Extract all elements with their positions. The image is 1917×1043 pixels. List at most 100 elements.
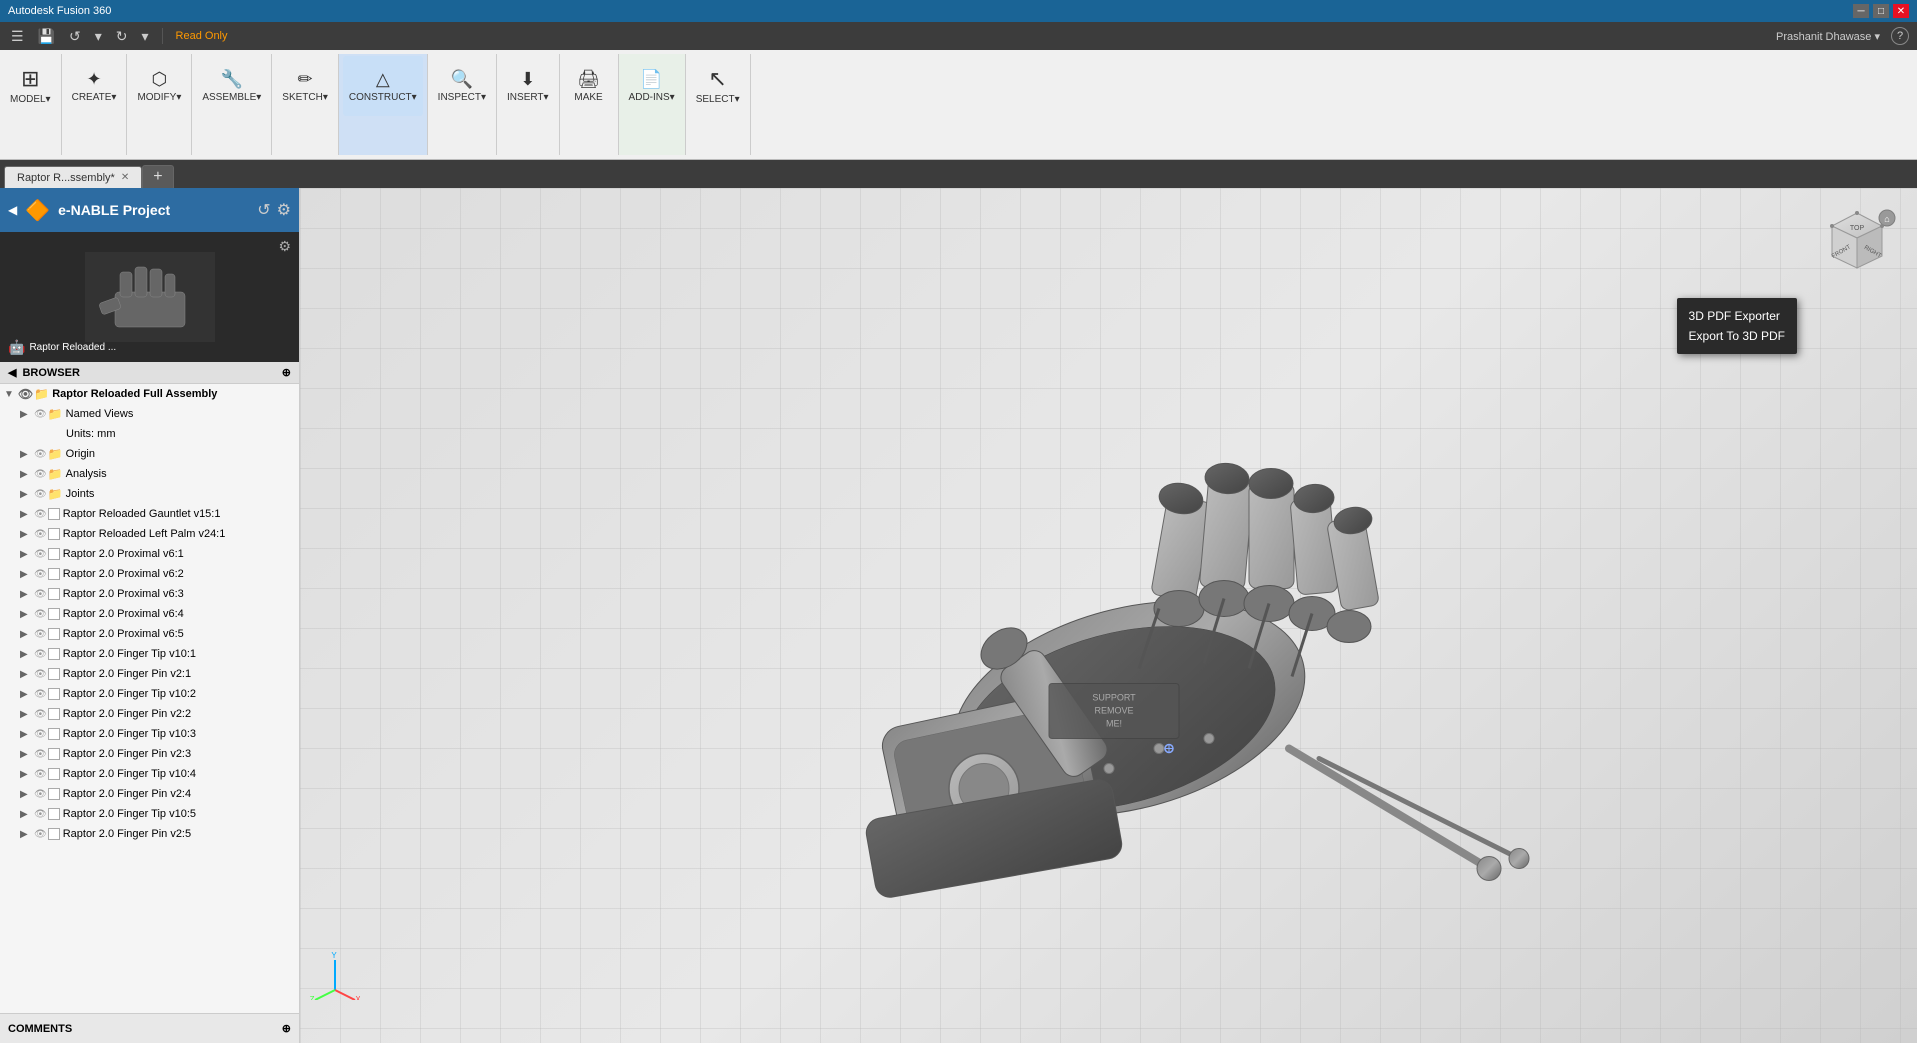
thumbnail-settings-icon[interactable]: ⚙ [278, 238, 291, 255]
browser-collapse-icon[interactable]: ◀ [8, 366, 16, 379]
tree-item-origin[interactable]: ▶ 👁 📁 Origin [0, 444, 299, 464]
project-settings-icon[interactable]: ⚙ [277, 200, 291, 220]
tree-toggle-leftpalm[interactable]: ▶ [20, 529, 34, 540]
tree-toggle-analysis[interactable]: ▶ [20, 469, 34, 480]
tree-proximal1-eye[interactable]: 👁 [34, 549, 47, 560]
construct-button[interactable]: △ CONSTRUCT▾ [343, 56, 423, 116]
tree-toggle-gauntlet[interactable]: ▶ [20, 509, 34, 520]
modify-button[interactable]: ⬡ MODIFY▾ [131, 56, 187, 116]
tree-fingerpin4-eye[interactable]: 👁 [34, 789, 47, 800]
viewport[interactable]: SUPPORT REMOVE ME! [300, 188, 1917, 1043]
tree-item-proximal1[interactable]: ▶ 👁 Raptor 2.0 Proximal v6:1 [0, 544, 299, 564]
tree-toggle-fingerpin5[interactable]: ▶ [20, 829, 34, 840]
tree-toggle-fingerpin2[interactable]: ▶ [20, 709, 34, 720]
tree-fingertip2-eye[interactable]: 👁 [34, 689, 47, 700]
tree-item-units[interactable]: Units: mm [0, 424, 299, 444]
tree-fingerpin1-eye[interactable]: 👁 [34, 669, 47, 680]
inspect-button[interactable]: 🔍 INSPECT▾ [432, 56, 492, 116]
viewcube[interactable]: ⌂ TOP RIGHT FRONT [1817, 208, 1897, 288]
tree-item-fingertip3[interactable]: ▶ 👁 Raptor 2.0 Finger Tip v10:3 [0, 724, 299, 744]
tree-leftpalm-eye[interactable]: 👁 [34, 529, 47, 540]
tab-assembly-close[interactable]: ✕ [121, 172, 129, 183]
tree-item-joints[interactable]: ▶ 👁 📁 Joints [0, 484, 299, 504]
tree-toggle-named-views[interactable]: ▶ [20, 409, 34, 420]
tree-toggle-proximal5[interactable]: ▶ [20, 629, 34, 640]
tree-fingertip1-eye[interactable]: 👁 [34, 649, 47, 660]
tree-item-leftpalm[interactable]: ▶ 👁 Raptor Reloaded Left Palm v24:1 [0, 524, 299, 544]
tree-item-fingertip2[interactable]: ▶ 👁 Raptor 2.0 Finger Tip v10:2 [0, 684, 299, 704]
insert-button[interactable]: ⬇ INSERT▾ [501, 56, 555, 116]
minimize-button[interactable]: ─ [1853, 4, 1869, 18]
select-button[interactable]: ↖ SELECT▾ [690, 56, 746, 116]
addon-popup-item-1[interactable]: 3D PDF Exporter [1689, 306, 1785, 326]
tree-proximal5-eye[interactable]: 👁 [34, 629, 47, 640]
tree-item-fingerpin5[interactable]: ▶ 👁 Raptor 2.0 Finger Pin v2:5 [0, 824, 299, 844]
tree-gauntlet-eye[interactable]: 👁 [34, 509, 47, 520]
tree-fingertip3-eye[interactable]: 👁 [34, 729, 47, 740]
create-button[interactable]: ✦ CREATE▾ [66, 56, 123, 116]
tree-fingerpin3-eye[interactable]: 👁 [34, 749, 47, 760]
tree-toggle-proximal1[interactable]: ▶ [20, 549, 34, 560]
tree-item-analysis[interactable]: ▶ 👁 📁 Analysis [0, 464, 299, 484]
tree-item-fingertip5[interactable]: ▶ 👁 Raptor 2.0 Finger Tip v10:5 [0, 804, 299, 824]
tree-named-views-eye[interactable]: 👁 [34, 409, 47, 420]
tree-analysis-eye[interactable]: 👁 [34, 469, 47, 480]
tree-item-fingerpin3[interactable]: ▶ 👁 Raptor 2.0 Finger Pin v2:3 [0, 744, 299, 764]
tree-fingerpin5-eye[interactable]: 👁 [34, 829, 47, 840]
tree-toggle-root[interactable]: ▼ [4, 389, 18, 400]
undo-icon[interactable]: ↺ [66, 26, 84, 47]
sketch-button[interactable]: ✏ SKETCH▾ [276, 56, 334, 116]
tree-joints-eye[interactable]: 👁 [34, 489, 47, 500]
user-info[interactable]: Prashanit Dhawase ▾ [1773, 28, 1883, 45]
tree-proximal4-eye[interactable]: 👁 [34, 609, 47, 620]
make-button[interactable]: 🖨 MAKE [564, 56, 614, 116]
tree-item-fingerpin2[interactable]: ▶ 👁 Raptor 2.0 Finger Pin v2:2 [0, 704, 299, 724]
tree-proximal3-eye[interactable]: 👁 [34, 589, 47, 600]
help-icon[interactable]: ? [1891, 27, 1909, 45]
project-refresh-icon[interactable]: ↺ [257, 200, 270, 220]
tree-fingertip5-eye[interactable]: 👁 [34, 809, 47, 820]
tree-item-fingerpin1[interactable]: ▶ 👁 Raptor 2.0 Finger Pin v2:1 [0, 664, 299, 684]
tree-item-proximal3[interactable]: ▶ 👁 Raptor 2.0 Proximal v6:3 [0, 584, 299, 604]
tree-toggle-origin[interactable]: ▶ [20, 449, 34, 460]
tree-toggle-fingertip5[interactable]: ▶ [20, 809, 34, 820]
tree-proximal2-eye[interactable]: 👁 [34, 569, 47, 580]
addins-button[interactable]: 📄 ADD-INS▾ [623, 56, 681, 116]
maximize-button[interactable]: □ [1873, 4, 1889, 18]
browser-expand-icon[interactable]: ⊕ [282, 366, 291, 379]
tree-toggle-joints[interactable]: ▶ [20, 489, 34, 500]
tree-toggle-fingertip3[interactable]: ▶ [20, 729, 34, 740]
close-button[interactable]: ✕ [1893, 4, 1909, 18]
undo-dropdown-icon[interactable]: ▾ [92, 26, 105, 47]
tree-toggle-fingertip4[interactable]: ▶ [20, 769, 34, 780]
tree-item-fingertip4[interactable]: ▶ 👁 Raptor 2.0 Finger Tip v10:4 [0, 764, 299, 784]
tab-assembly[interactable]: Raptor R...ssembly* ✕ [4, 166, 142, 188]
tree-fingertip4-eye[interactable]: 👁 [34, 769, 47, 780]
tree-item-proximal2[interactable]: ▶ 👁 Raptor 2.0 Proximal v6:2 [0, 564, 299, 584]
tree-toggle-fingerpin1[interactable]: ▶ [20, 669, 34, 680]
comments-expand-icon[interactable]: ⊕ [282, 1022, 291, 1035]
tree-toggle-fingerpin4[interactable]: ▶ [20, 789, 34, 800]
assemble-button[interactable]: 🔧 ASSEMBLE▾ [196, 56, 267, 116]
model-button[interactable]: ⊞ MODEL▾ [4, 56, 57, 116]
tree-toggle-fingerpin3[interactable]: ▶ [20, 749, 34, 760]
tab-new[interactable]: + [142, 165, 173, 188]
menu-icon[interactable]: ☰ [8, 26, 27, 47]
save-icon[interactable]: 💾 [35, 26, 58, 47]
tree-toggle-proximal4[interactable]: ▶ [20, 609, 34, 620]
tree-item-root[interactable]: ▼ 👁 📁 Raptor Reloaded Full Assembly [0, 384, 299, 404]
addon-popup-item-2[interactable]: Export To 3D PDF [1689, 326, 1785, 346]
tree-item-fingertip1[interactable]: ▶ 👁 Raptor 2.0 Finger Tip v10:1 [0, 644, 299, 664]
tree-toggle-proximal3[interactable]: ▶ [20, 589, 34, 600]
tree-visibility-icon[interactable]: 👁 [18, 387, 33, 401]
tree-item-proximal5[interactable]: ▶ 👁 Raptor 2.0 Proximal v6:5 [0, 624, 299, 644]
tree-toggle-fingertip2[interactable]: ▶ [20, 689, 34, 700]
tree-fingerpin2-eye[interactable]: 👁 [34, 709, 47, 720]
thumbnail-area[interactable]: ⚙ 🤖 Raptor Reloaded . [0, 232, 299, 362]
redo-icon[interactable]: ↻ [113, 26, 131, 47]
tree-item-named-views[interactable]: ▶ 👁 📁 Named Views [0, 404, 299, 424]
tree-toggle-fingertip1[interactable]: ▶ [20, 649, 34, 660]
redo-dropdown-icon[interactable]: ▾ [139, 26, 152, 47]
tree-item-proximal4[interactable]: ▶ 👁 Raptor 2.0 Proximal v6:4 [0, 604, 299, 624]
tree-toggle-proximal2[interactable]: ▶ [20, 569, 34, 580]
